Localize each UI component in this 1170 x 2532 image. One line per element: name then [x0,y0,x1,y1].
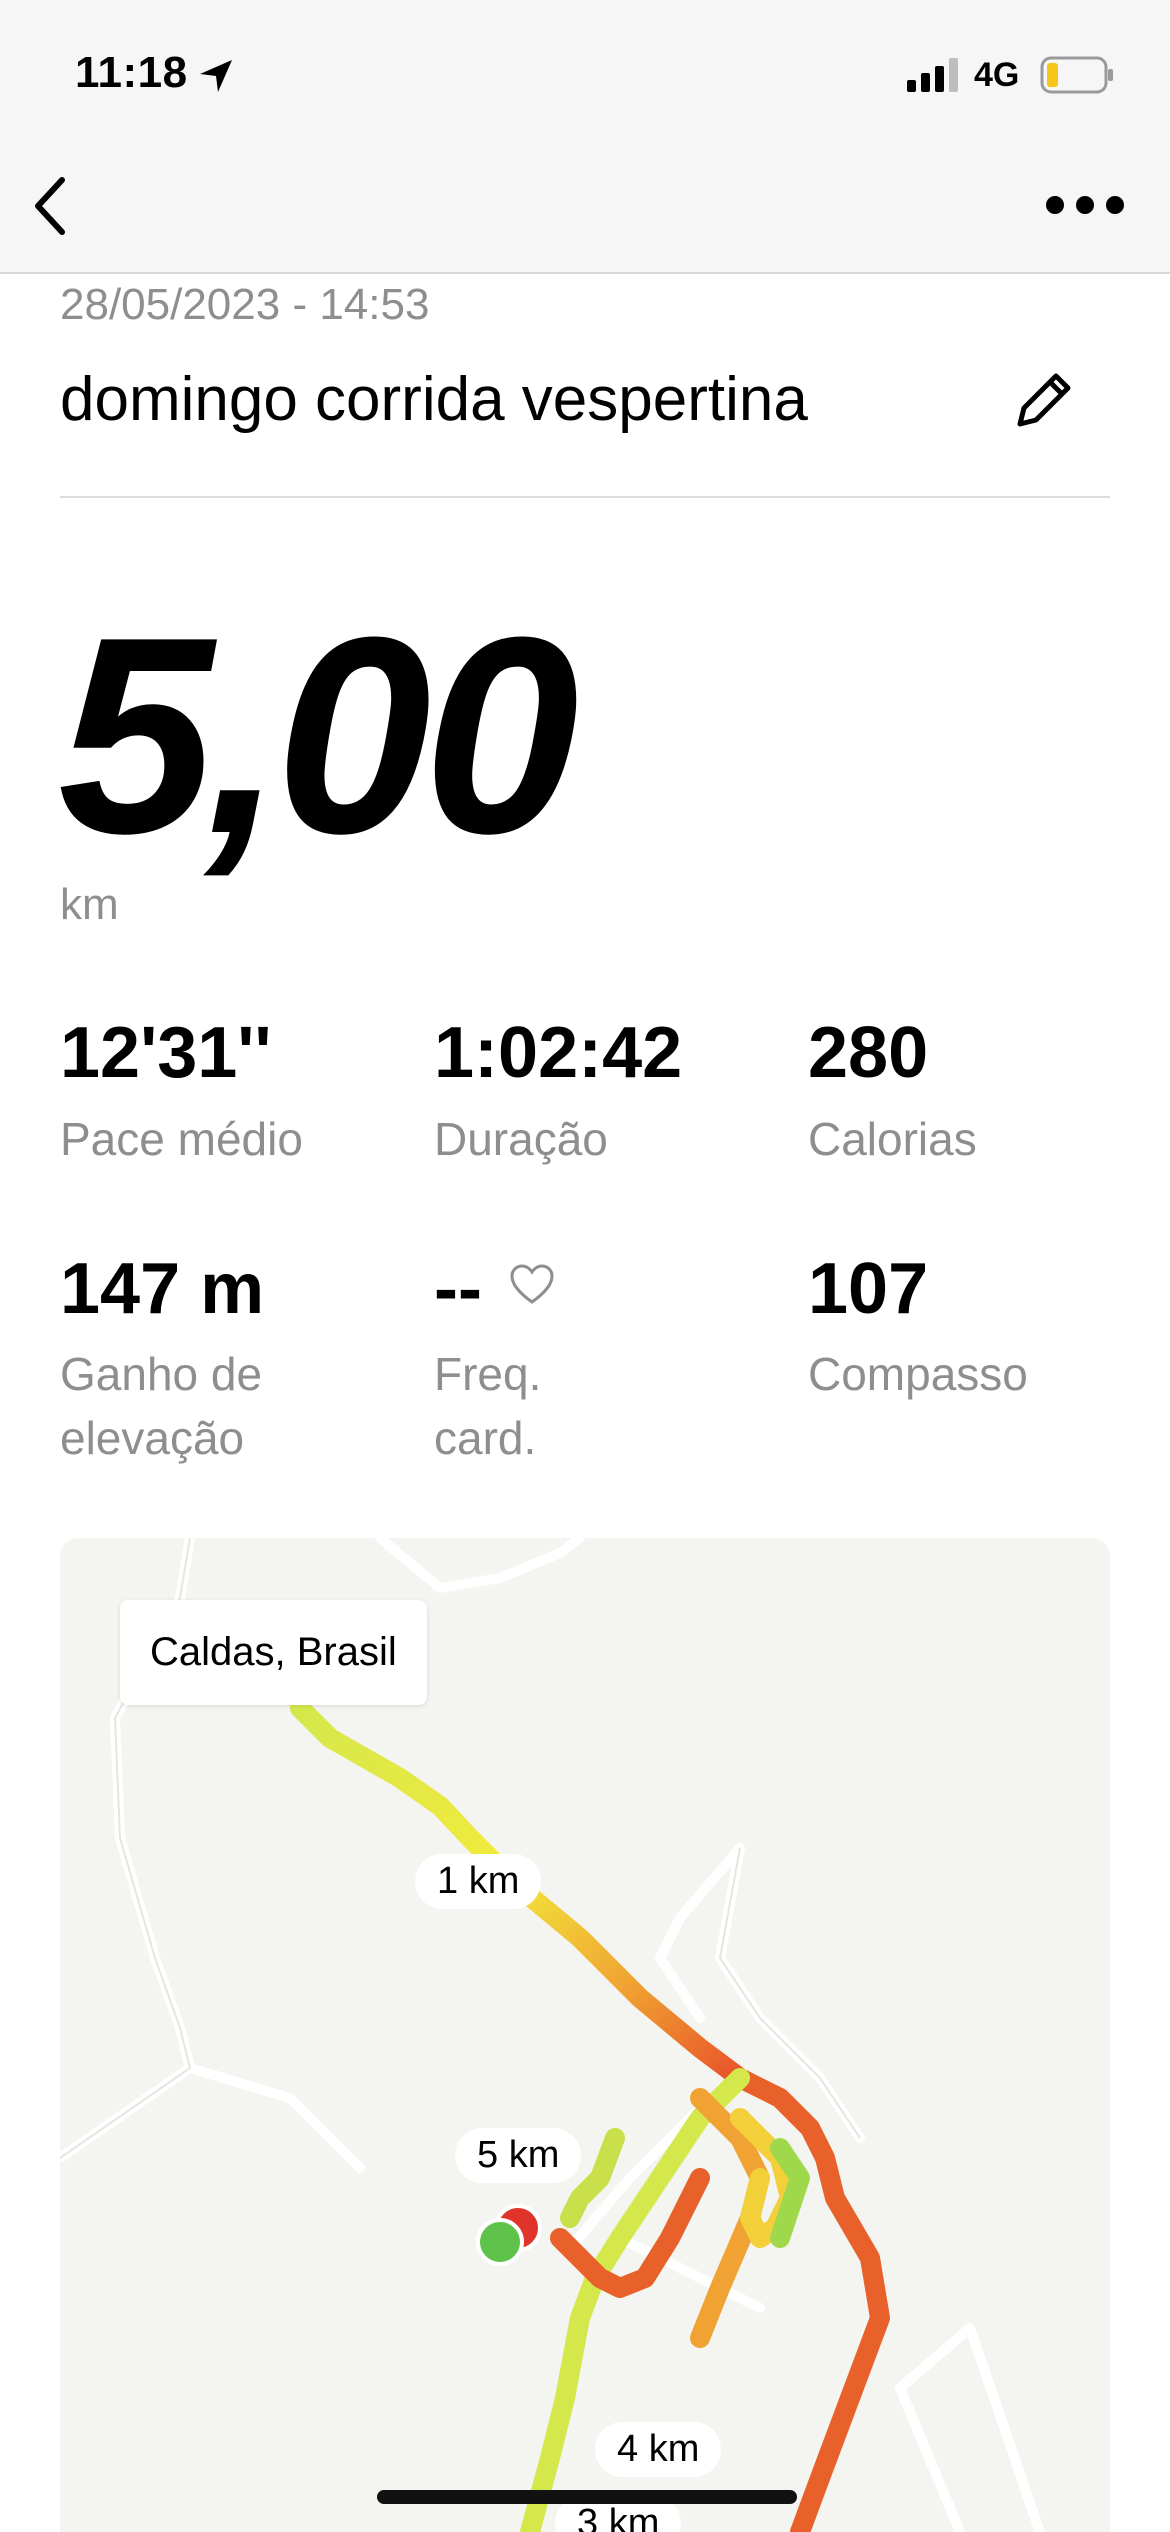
status-time: 11:18 [75,48,188,97]
cadence-label: Compasso [808,1348,1028,1400]
signal-icon [907,58,958,92]
heart-icon [510,1264,554,1304]
home-indicator[interactable] [377,2490,797,2504]
duration-label: Duração [434,1113,608,1165]
heart-rate-value: -- [434,1249,482,1329]
activity-date: 28/05/2023 - 14:53 [60,280,430,329]
pace-value: 12'31'' [60,1013,272,1093]
distance-unit: km [60,880,119,929]
km-marker-1: 1 km [415,1854,542,1909]
elevation-label: Ganho de elevação [60,1348,263,1464]
back-chevron-icon[interactable] [24,170,84,240]
km-marker-5: 5 km [455,2128,582,2183]
start-marker [476,2218,524,2266]
header-divider [60,496,1110,498]
cadence-value: 107 [808,1249,929,1329]
heart-rate-label: Freq. card. [434,1348,542,1464]
duration-value: 1:02:42 [434,1013,683,1093]
location-label: Caldas, Brasil [120,1600,427,1705]
battery-icon [1040,56,1113,94]
more-options-icon[interactable] [1045,190,1125,220]
distance-value: 5,00 [58,580,579,892]
location-arrow-icon [200,60,232,92]
km-marker-4: 4 km [595,2422,722,2477]
edit-pencil-icon[interactable] [1010,364,1080,434]
network-type: 4G [974,56,1020,94]
activity-title: domingo corrida vespertina [60,365,808,434]
calories-value: 280 [808,1013,929,1093]
calories-label: Calorias [808,1113,977,1165]
elevation-value: 147 m [60,1249,265,1329]
navigation-bar [0,150,1170,274]
pace-label: Pace médio [60,1113,303,1165]
route-map[interactable]: Caldas, Brasil 1 km 5 km 4 km 3 km [60,1538,1110,2532]
